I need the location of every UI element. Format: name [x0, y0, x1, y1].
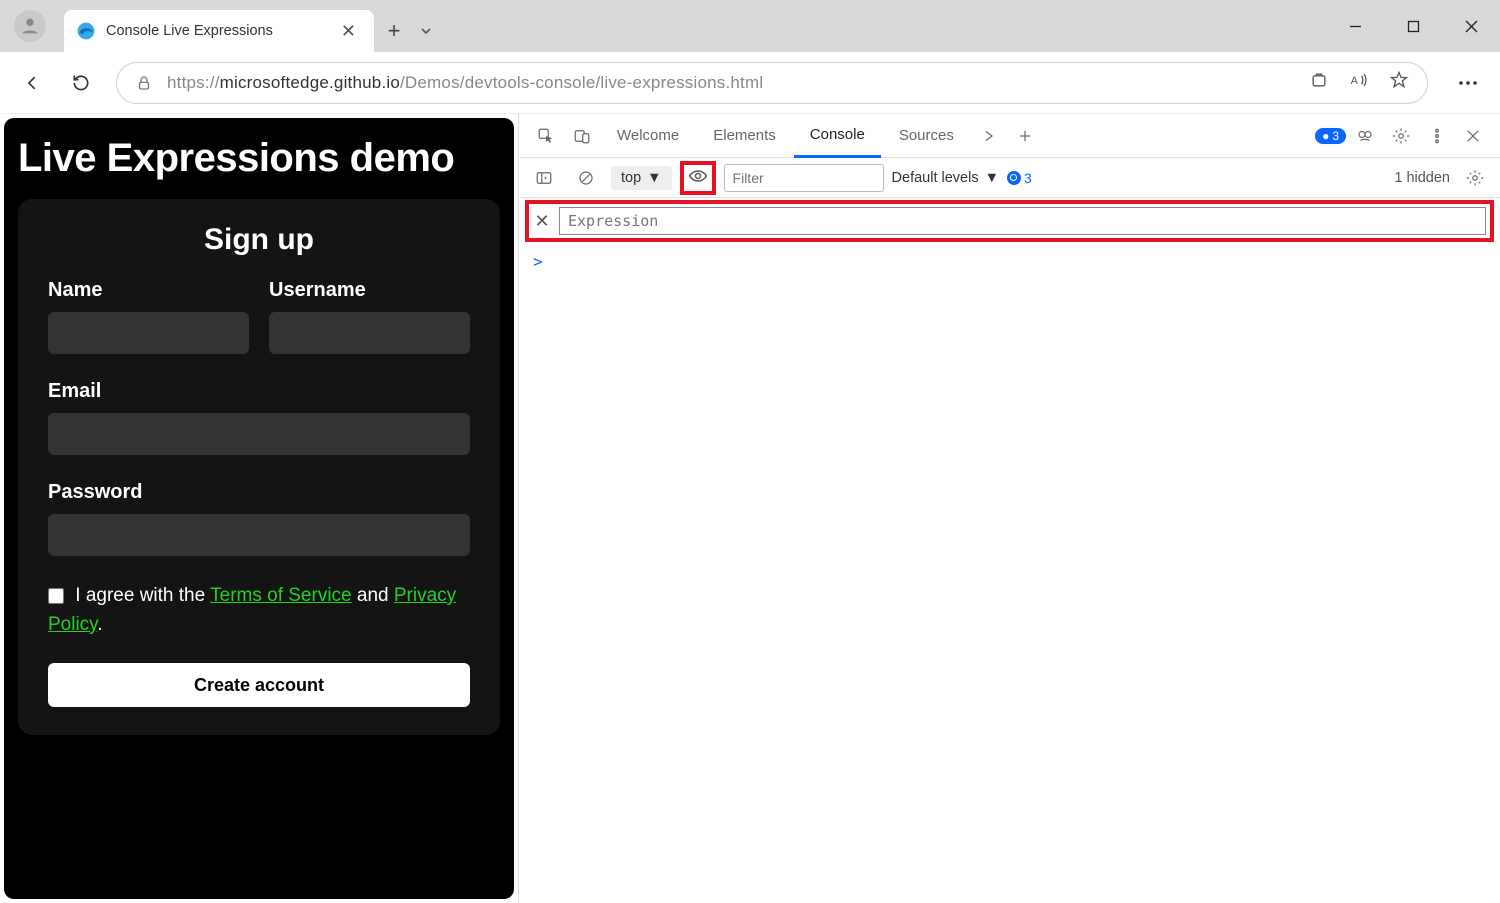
console-info-badge[interactable]: 3 [1007, 170, 1032, 186]
window-close-button[interactable] [1442, 0, 1500, 52]
dropdown-caret-icon: ▼ [647, 170, 661, 186]
info-dot-icon [1007, 171, 1021, 185]
signup-card: Sign up Name Username Email Password [18, 199, 500, 735]
devtools-tab-sources[interactable]: Sources [883, 114, 970, 158]
edge-favicon-icon [76, 21, 96, 41]
url-path: /Demos/devtools-console/live-expressions… [400, 73, 763, 92]
live-expression-button-highlight [680, 161, 716, 195]
context-label: top [621, 170, 641, 186]
issues-badge[interactable]: ● 3 [1315, 128, 1346, 144]
agree-post: . [97, 614, 102, 635]
card-title: Sign up [48, 223, 470, 257]
password-label: Password [48, 481, 470, 504]
tab-close-button[interactable]: ✕ [337, 21, 360, 42]
nav-back-button[interactable] [12, 62, 54, 104]
email-label: Email [48, 380, 470, 403]
address-bar-actions: A [1309, 70, 1409, 95]
add-tab-button[interactable] [1008, 119, 1042, 153]
svg-text:A: A [1351, 75, 1359, 87]
agree-checkbox[interactable] [48, 588, 64, 604]
devtools-close-button[interactable] [1456, 119, 1490, 153]
name-input[interactable] [48, 312, 249, 354]
email-input[interactable] [48, 413, 470, 455]
main-area: Live Expressions demo Sign up Name Usern… [0, 114, 1500, 903]
window-controls [1326, 0, 1500, 52]
more-tabs-button[interactable] [972, 119, 1006, 153]
console-body[interactable]: > [519, 242, 1500, 903]
devtools-settings-button[interactable] [1384, 119, 1418, 153]
dropdown-caret-icon: ▼ [985, 170, 999, 186]
live-expression-bar-highlight: ✕ [525, 200, 1494, 242]
inspect-element-button[interactable] [529, 119, 563, 153]
devtools-tab-welcome[interactable]: Welcome [601, 114, 695, 158]
url-scheme: https:// [167, 73, 220, 92]
address-bar[interactable]: https://microsoftedge.github.io/Demos/de… [116, 62, 1428, 104]
log-levels-selector[interactable]: Default levels ▼ [892, 170, 999, 186]
favorites-star-icon[interactable] [1389, 70, 1409, 95]
window-maximize-button[interactable] [1384, 0, 1442, 52]
site-info-lock-icon[interactable] [135, 74, 153, 92]
url-text: https://microsoftedge.github.io/Demos/de… [167, 73, 763, 93]
address-bar-row: https://microsoftedge.github.io/Demos/de… [0, 52, 1500, 114]
devtools-tab-bar: Welcome Elements Console Sources ● 3 [519, 114, 1500, 158]
execution-context-selector[interactable]: top ▼ [611, 166, 672, 190]
agree-mid: and [352, 585, 394, 606]
remove-live-expression-button[interactable]: ✕ [533, 211, 551, 232]
profile-avatar[interactable] [14, 10, 46, 42]
read-aloud-icon[interactable]: A [1349, 70, 1369, 95]
nav-refresh-button[interactable] [60, 62, 102, 104]
devtools-menu-button[interactable] [1420, 119, 1454, 153]
console-filter-input[interactable] [724, 164, 884, 192]
issues-count: 3 [1332, 129, 1339, 143]
feedback-button[interactable] [1348, 119, 1382, 153]
create-account-button[interactable]: Create account [48, 663, 470, 707]
devtools-tab-console[interactable]: Console [794, 114, 881, 158]
page-heading: Live Expressions demo [18, 136, 500, 181]
browser-tab[interactable]: Console Live Expressions ✕ [64, 10, 374, 52]
window-titlebar: Console Live Expressions ✕ + [0, 0, 1500, 52]
browser-menu-button[interactable] [1448, 63, 1488, 103]
hidden-messages-text[interactable]: 1 hidden [1394, 170, 1450, 186]
devtools-panel: Welcome Elements Console Sources ● 3 top… [518, 114, 1500, 903]
console-settings-button[interactable] [1458, 161, 1492, 195]
username-input[interactable] [269, 312, 470, 354]
info-count: 3 [1024, 170, 1032, 186]
password-input[interactable] [48, 514, 470, 556]
tab-list-dropdown[interactable] [414, 10, 438, 52]
console-toolbar: top ▼ Default levels ▼ 3 1 hidden [519, 158, 1500, 198]
tos-link[interactable]: Terms of Service [210, 585, 351, 606]
levels-label: Default levels [892, 170, 979, 186]
console-sidebar-toggle[interactable] [527, 161, 561, 195]
webpage-content: Live Expressions demo Sign up Name Usern… [4, 118, 514, 899]
agree-text: I agree with the Terms of Service and Pr… [48, 582, 470, 639]
devtools-tab-elements[interactable]: Elements [697, 114, 792, 158]
url-host: microsoftedge.github.io [220, 73, 400, 92]
window-minimize-button[interactable] [1326, 0, 1384, 52]
tab-title: Console Live Expressions [106, 23, 327, 39]
live-expression-input[interactable] [559, 207, 1486, 235]
name-label: Name [48, 279, 249, 302]
console-prompt-icon: > [533, 252, 543, 271]
live-expression-bar: ✕ [533, 207, 1486, 235]
new-tab-button[interactable]: + [374, 10, 414, 52]
app-available-icon[interactable] [1309, 70, 1329, 95]
clear-console-button[interactable] [569, 161, 603, 195]
username-label: Username [269, 279, 470, 302]
device-toolbar-button[interactable] [565, 119, 599, 153]
agree-pre: I agree with the [70, 585, 210, 606]
create-live-expression-button[interactable] [688, 169, 708, 187]
